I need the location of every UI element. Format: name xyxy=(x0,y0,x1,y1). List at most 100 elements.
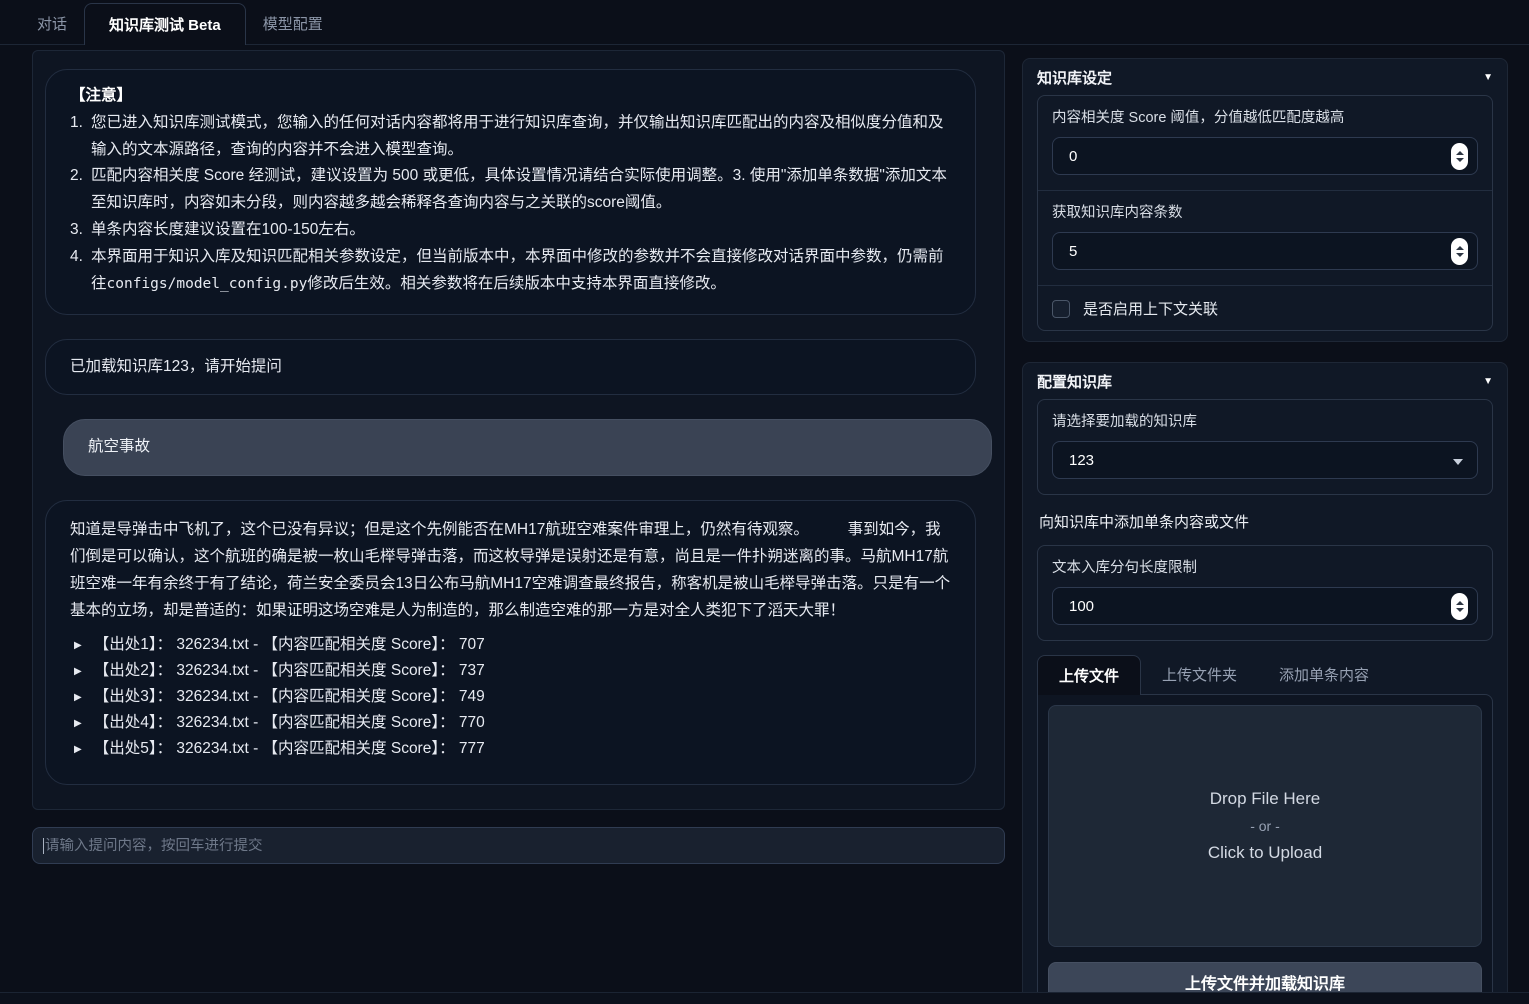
kb-select-value: 123 xyxy=(1069,452,1094,469)
score-threshold-input-wrap xyxy=(1052,137,1478,175)
number-spinner-icon[interactable] xyxy=(1451,143,1468,170)
list-number: 4. xyxy=(70,244,91,298)
sentence-limit-group: 文本入库分句长度限制 xyxy=(1038,546,1492,640)
notice-item-text: 本界面用于知识入库及知识匹配相关参数设定，但当前版本中，本界面中修改的参数并不会… xyxy=(91,244,951,298)
source-text: 【出处3】： 326234.txt - 【内容匹配相关度 Score】： 749 xyxy=(94,684,485,711)
score-threshold-input[interactable] xyxy=(1069,148,1443,165)
accordion-title: 配置知识库 xyxy=(1037,371,1112,392)
spinner-down-icon[interactable] xyxy=(1456,158,1464,162)
topk-input[interactable] xyxy=(1069,243,1443,260)
kb-select-label: 请选择要加载的知识库 xyxy=(1052,410,1478,431)
source-row-2[interactable]: ▶ 【出处2】： 326234.txt - 【内容匹配相关度 Score】： 7… xyxy=(70,658,951,684)
kb-settings-accordion: 知识库设定 ▼ 内容相关度 Score 阈值，分值越低匹配度越高 xyxy=(1022,58,1508,342)
chatbot-panel: 【注意】 1. 您已进入知识库测试模式，您输入的任何对话内容都将用于进行知识库查… xyxy=(32,50,1005,810)
user-message-text: 航空事故 xyxy=(88,438,150,455)
upload-tab-content: Drop File Here - or - Click to Upload 上传… xyxy=(1037,694,1493,1004)
notice-item-suffix: 修改后生效。相关参数将在后续版本中支持本界面直接修改。 xyxy=(307,275,726,292)
footer-divider xyxy=(0,992,1529,1004)
notice-item: 4. 本界面用于知识入库及知识匹配相关参数设定，但当前版本中，本界面中修改的参数… xyxy=(70,244,951,298)
source-text: 【出处2】： 326234.txt - 【内容匹配相关度 Score】： 737 xyxy=(94,658,485,685)
user-message: 航空事故 xyxy=(63,419,992,476)
expand-arrow-icon: ▶ xyxy=(74,663,82,680)
source-row-1[interactable]: ▶ 【出处1】： 326234.txt - 【内容匹配相关度 Score】： 7… xyxy=(70,632,951,658)
kb-select-group: 请选择要加载的知识库 123 xyxy=(1038,400,1492,494)
notice-item: 3. 单条内容长度建议设置在100-150左右。 xyxy=(70,217,951,244)
add-content-label: 向知识库中添加单条内容或文件 xyxy=(1039,511,1491,532)
kb-select-dropdown[interactable]: 123 xyxy=(1052,441,1478,479)
dropzone-line1: Drop File Here xyxy=(1210,789,1321,809)
context-checkbox-row: 是否启用上下文关联 xyxy=(1038,285,1492,330)
notice-item-text: 匹配内容相关度 Score 经测试，建议设置为 500 或更低，具体设置情况请结… xyxy=(91,163,951,217)
list-number: 3. xyxy=(70,217,91,244)
notice-message: 【注意】 1. 您已进入知识库测试模式，您输入的任何对话内容都将用于进行知识库查… xyxy=(45,69,976,315)
notice-item-text: 您已进入知识库测试模式，您输入的任何对话内容都将用于进行知识库查询，并仅输出知识… xyxy=(91,110,951,164)
number-spinner-icon[interactable] xyxy=(1451,593,1468,620)
dropdown-caret-icon xyxy=(1453,459,1463,465)
spinner-up-icon[interactable] xyxy=(1456,151,1464,155)
chat-column: 【注意】 1. 您已进入知识库测试模式，您输入的任何对话内容都将用于进行知识库查… xyxy=(32,50,1005,1004)
source-row-4[interactable]: ▶ 【出处4】： 326234.txt - 【内容匹配相关度 Score】： 7… xyxy=(70,710,951,736)
upload-block: 上传文件 上传文件夹 添加单条内容 Drop File Here - or - … xyxy=(1037,655,1493,1004)
notice-item: 1. 您已进入知识库测试模式，您输入的任何对话内容都将用于进行知识库查询，并仅输… xyxy=(70,110,951,164)
number-spinner-icon[interactable] xyxy=(1451,238,1468,265)
tab-model-config[interactable]: 模型配置 xyxy=(246,3,340,44)
context-checkbox-label: 是否启用上下文关联 xyxy=(1083,298,1218,319)
bot-message-loaded: 已加载知识库123，请开始提问 xyxy=(45,339,976,396)
bot-message-text: 已加载知识库123，请开始提问 xyxy=(70,358,282,375)
context-checkbox[interactable] xyxy=(1052,300,1070,318)
spinner-up-icon[interactable] xyxy=(1456,246,1464,250)
kb-settings-form: 内容相关度 Score 阈值，分值越低匹配度越高 获取知识库内容条数 xyxy=(1037,95,1493,331)
bot-message-answer: 知道是导弹击中飞机了，这个已没有异议；但是这个先例能否在MH17航班空难案件审理… xyxy=(45,500,976,785)
source-text: 【出处5】： 326234.txt - 【内容匹配相关度 Score】： 777 xyxy=(94,736,485,763)
prompt-input[interactable] xyxy=(44,838,994,854)
spinner-down-icon[interactable] xyxy=(1456,608,1464,612)
score-threshold-label: 内容相关度 Score 阈值，分值越低匹配度越高 xyxy=(1052,106,1478,127)
expand-arrow-icon: ▶ xyxy=(74,741,82,758)
tab-add-single-content[interactable]: 添加单条内容 xyxy=(1258,655,1390,694)
sentence-limit-input-wrap xyxy=(1052,587,1478,625)
config-file-path: configs/model_config.py xyxy=(107,276,308,292)
tab-kb-test[interactable]: 知识库测试 Beta xyxy=(84,3,246,45)
accordion-title: 知识库设定 xyxy=(1037,67,1112,88)
source-row-5[interactable]: ▶ 【出处5】： 326234.txt - 【内容匹配相关度 Score】： 7… xyxy=(70,736,951,762)
notice-title: 【注意】 xyxy=(70,83,951,110)
source-text: 【出处4】： 326234.txt - 【内容匹配相关度 Score】： 770 xyxy=(94,710,485,737)
file-dropzone[interactable]: Drop File Here - or - Click to Upload xyxy=(1048,705,1482,947)
tab-chat[interactable]: 对话 xyxy=(20,3,84,44)
expand-arrow-icon: ▶ xyxy=(74,637,82,654)
answer-text: 知道是导弹击中飞机了，这个已没有异议；但是这个先例能否在MH17航班空难案件审理… xyxy=(70,517,951,624)
topk-group: 获取知识库内容条数 xyxy=(1038,190,1492,285)
source-text: 【出处1】： 326234.txt - 【内容匹配相关度 Score】： 707 xyxy=(94,632,485,659)
sentence-limit-form: 文本入库分句长度限制 xyxy=(1037,545,1493,641)
expand-arrow-icon: ▶ xyxy=(74,689,82,706)
score-threshold-group: 内容相关度 Score 阈值，分值越低匹配度越高 xyxy=(1038,96,1492,190)
kb-config-accordion: 配置知识库 ▼ 请选择要加载的知识库 123 向知识库中添加单条内容或文件 xyxy=(1022,362,1508,1004)
collapse-caret-icon: ▼ xyxy=(1483,72,1493,83)
sentence-limit-input[interactable] xyxy=(1069,598,1443,615)
expand-arrow-icon: ▶ xyxy=(74,715,82,732)
list-number: 1. xyxy=(70,110,91,164)
list-number: 2. xyxy=(70,163,91,217)
spinner-down-icon[interactable] xyxy=(1456,253,1464,257)
kb-config-accordion-header[interactable]: 配置知识库 ▼ xyxy=(1037,363,1493,399)
tab-upload-file[interactable]: 上传文件 xyxy=(1037,655,1141,695)
main-tab-bar: 对话 知识库测试 Beta 模型配置 xyxy=(0,0,1529,45)
notice-item: 2. 匹配内容相关度 Score 经测试，建议设置为 500 或更低，具体设置情… xyxy=(70,163,951,217)
upload-tab-bar: 上传文件 上传文件夹 添加单条内容 xyxy=(1037,655,1493,694)
sentence-limit-label: 文本入库分句长度限制 xyxy=(1052,556,1478,577)
topk-input-wrap xyxy=(1052,232,1478,270)
kb-settings-accordion-header[interactable]: 知识库设定 ▼ xyxy=(1037,59,1493,95)
tab-upload-folder[interactable]: 上传文件夹 xyxy=(1141,655,1258,694)
spinner-up-icon[interactable] xyxy=(1456,601,1464,605)
collapse-caret-icon: ▼ xyxy=(1483,376,1493,387)
topk-label: 获取知识库内容条数 xyxy=(1052,201,1478,222)
notice-item-text: 单条内容长度建议设置在100-150左右。 xyxy=(91,217,951,244)
dropzone-line3: Click to Upload xyxy=(1208,843,1322,863)
prompt-box xyxy=(32,827,1005,864)
app-root: 对话 知识库测试 Beta 模型配置 【注意】 1. 您已进入知识库测试模式，您… xyxy=(0,0,1529,1004)
dropzone-line2: - or - xyxy=(1250,818,1280,834)
settings-column: 知识库设定 ▼ 内容相关度 Score 阈值，分值越低匹配度越高 xyxy=(1022,50,1508,1004)
source-row-3[interactable]: ▶ 【出处3】： 326234.txt - 【内容匹配相关度 Score】： 7… xyxy=(70,684,951,710)
kb-select-form: 请选择要加载的知识库 123 xyxy=(1037,399,1493,495)
tab-content: 【注意】 1. 您已进入知识库测试模式，您输入的任何对话内容都将用于进行知识库查… xyxy=(0,45,1529,1004)
